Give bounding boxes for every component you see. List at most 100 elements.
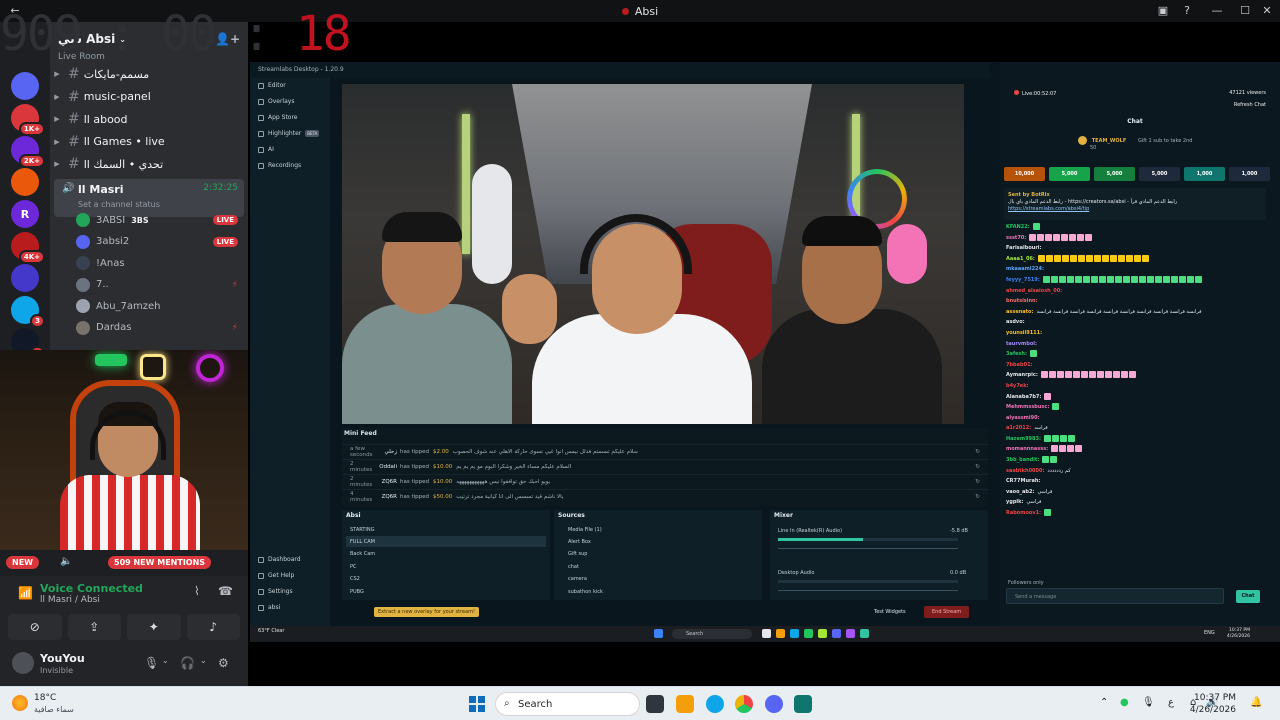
chat-username[interactable]: ygplk: [1006,499,1023,505]
server-icon[interactable] [11,264,39,292]
end-stream-button[interactable]: End Stream [924,606,970,618]
nav-item-settings[interactable]: Settings [258,588,293,595]
soundboard-button[interactable]: ♪ [186,614,240,640]
nav-item-highlighter[interactable]: Highlighter BETA [258,130,320,137]
chat-username[interactable]: assenato: [1006,309,1033,315]
avatar[interactable] [76,256,90,270]
refresh-chat-button[interactable]: Refresh Chat [1234,102,1266,108]
source-item[interactable]: subathon kick [568,586,748,597]
gift-tier[interactable]: 5,000 [1094,167,1135,181]
chat-username[interactable]: Mehmmssbusc: [1006,404,1049,410]
nav-item-dashboard[interactable]: Dashboard [258,556,301,563]
nav-item-recordings[interactable]: Recordings [258,162,301,169]
scene-item[interactable]: Back Cam [346,549,546,560]
volume-slider[interactable] [778,548,958,549]
server-icon[interactable]: 1K+ [11,104,45,136]
headphones-icon[interactable]: 🎧 [180,656,195,670]
chat-username[interactable]: 3afesh: [1006,351,1027,357]
maximize-button[interactable]: ☐ [1234,2,1256,20]
scene-item[interactable]: PC [346,561,546,572]
chat-username[interactable]: vaoo_ab2: [1006,489,1034,495]
replay-icon[interactable]: ↻ [975,464,980,470]
chat-username[interactable]: Aymanrpic: [1006,372,1038,378]
activities-button[interactable]: ✦ [127,614,181,640]
signal-icon[interactable]: 📶 [18,586,33,600]
pinned-link[interactable]: https://streamlabs.com/absi4/tip [1008,206,1262,213]
chat-username[interactable]: 7bbab01: [1006,362,1033,368]
chat-username[interactable]: Aaaa1_06: [1006,256,1035,262]
nav-item-editor[interactable]: Editor [258,82,286,89]
avatar[interactable] [76,234,90,249]
test-widgets-button[interactable]: Test Widgets [874,609,906,615]
source-item[interactable]: camera [568,574,748,585]
clock[interactable]: 10:37 PM 4/26/2026 [1190,692,1236,716]
disconnect-icon[interactable]: ☎ [218,584,233,598]
task-view-icon[interactable] [646,695,664,713]
file-explorer-icon[interactable] [676,695,694,713]
voice-user[interactable]: !Anas [76,253,242,273]
status-dot-icon[interactable]: ● [1120,697,1129,708]
server-icon[interactable]: 3 [11,296,45,328]
server-icon[interactable]: 4K+ [11,232,45,264]
gift-tier[interactable]: 1,000 [1184,167,1225,181]
close-button[interactable]: ✕ [1256,2,1278,20]
chat-username[interactable]: bnutsisinn: [1006,298,1038,304]
source-item[interactable]: chat [568,561,748,572]
channel-item[interactable]: ▶ # مسمم-مايكات [50,64,248,84]
volume-slider[interactable] [778,590,958,591]
chat-username[interactable]: saabtkh0000: [1006,468,1045,474]
mentions-pill[interactable]: 509 NEW MENTIONS [108,556,212,569]
nav-item-app-store[interactable]: App Store [258,114,298,121]
gift-tier[interactable]: 1,000 [1229,167,1270,181]
user-area[interactable]: YouYou Invisible 🎙 ⌄ 🎧 ⌄ ⚙ [12,650,248,680]
channel-item[interactable]: ▶ # ll تحدي • السمك [50,154,248,174]
nav-item-get-help[interactable]: Get Help [258,572,294,579]
help-icon[interactable]: ? [1176,2,1198,20]
gift-tier[interactable]: 5,000 [1049,167,1090,181]
chat-username[interactable]: ssst70: [1006,235,1026,241]
avatar[interactable] [12,652,34,674]
chat-username[interactable]: KFAN22: [1006,224,1030,230]
chat-input[interactable]: Send a message [1006,588,1224,604]
scene-item[interactable]: PUBG [346,586,546,597]
minimize-button[interactable]: — [1206,2,1228,20]
overlay-tip[interactable]: Extract a new overlay for your stream! [374,607,480,617]
gift-tier[interactable]: 10,000 [1004,167,1045,181]
channel-item[interactable]: ▶ # music-panel [50,87,248,107]
noise-suppression-icon[interactable]: ⌇ [194,584,200,598]
chat-username[interactable]: momannnasss: [1006,446,1048,452]
chat-username[interactable]: a1r2012: [1006,425,1031,431]
chat-username[interactable]: Hazem9983: [1006,436,1041,442]
voice-user[interactable]: Abu_7amzeh [76,296,242,316]
language-indicator[interactable]: ع [1168,697,1174,708]
chat-username[interactable]: younsii9111: [1006,330,1042,336]
chat-send-button[interactable]: Chat [1236,590,1260,603]
chat-username[interactable]: alyassmi90: [1006,415,1040,421]
chat-username[interactable]: 3bb_bandit: [1006,457,1039,463]
chat-username[interactable]: Rabomoov1: [1006,510,1041,516]
replay-icon[interactable]: ↻ [975,479,980,485]
scene-item[interactable]: FULL CAM [346,536,546,548]
chrome-icon[interactable] [735,695,753,713]
microphone-icon[interactable]: 🎙 [144,656,159,670]
scene-item[interactable]: CS2 [346,574,546,585]
chat-username[interactable]: feyyy_7519: [1006,277,1040,283]
streamlabs-icon[interactable] [794,695,812,713]
chat-username[interactable]: CR77Murah: [1006,478,1040,484]
channel-item[interactable]: ▶ # ll Games • live [50,132,248,152]
nav-item-overlays[interactable]: Overlays [258,98,294,105]
channel-status[interactable]: Set a channel status [78,200,160,209]
voice-user[interactable]: 7.. ⚡ [76,275,242,295]
chevron-down-icon[interactable]: ⌄ [162,656,169,665]
replay-icon[interactable]: ↻ [975,449,980,455]
chat-username[interactable]: taurvmbol: [1006,341,1037,347]
avatar[interactable] [76,299,90,313]
chat-username[interactable]: asdvo: [1006,319,1025,325]
source-item[interactable]: Alert Box [568,536,748,547]
source-item[interactable]: Gift sup [568,549,748,560]
edge-icon[interactable] [706,695,724,713]
inbox-icon[interactable]: ▣ [1152,2,1174,20]
voice-user[interactable]: Dardas ⚡ [76,318,242,338]
chat-username[interactable]: Alanaba7b7: [1006,394,1041,400]
server-icon[interactable] [11,72,39,100]
